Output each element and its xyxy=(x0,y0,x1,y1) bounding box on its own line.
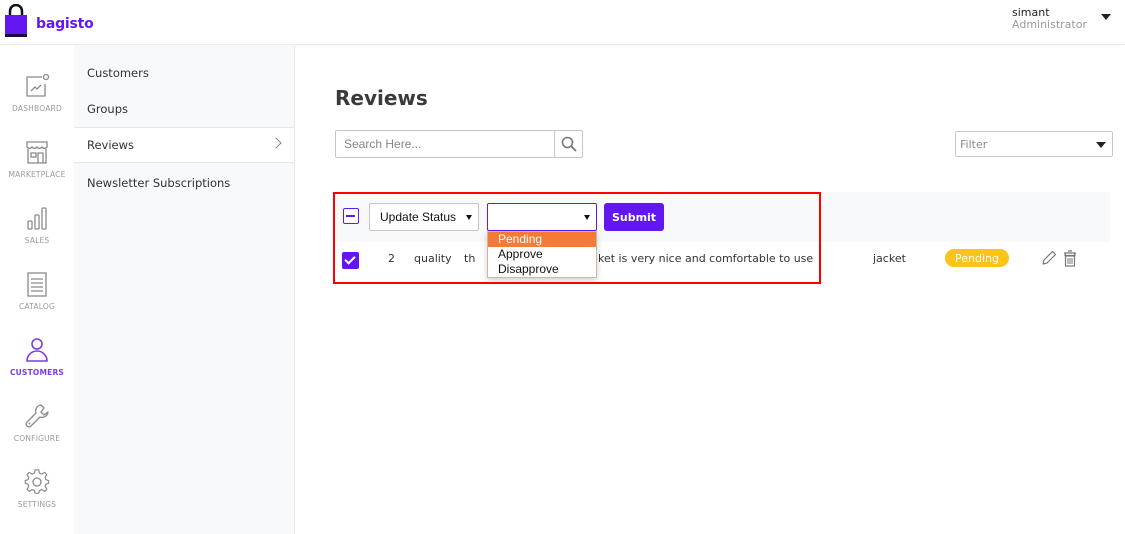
chevron-right-icon xyxy=(270,137,282,149)
status-value-select[interactable] xyxy=(487,203,597,231)
caret-down-icon xyxy=(1096,142,1106,148)
trash-icon xyxy=(1064,250,1076,267)
customer-icon xyxy=(26,338,48,362)
status-options-list: Pending Approve Disapprove xyxy=(487,231,597,278)
search-button[interactable] xyxy=(554,131,582,157)
rail-label: SALES xyxy=(24,236,50,245)
edit-button[interactable] xyxy=(1040,249,1058,271)
filter-dropdown[interactable]: Filter xyxy=(955,131,1113,157)
rail-item-catalog[interactable]: CATALOG xyxy=(0,270,74,311)
page-title: Reviews xyxy=(335,86,428,110)
brand-logo[interactable]: bagisto xyxy=(4,4,94,38)
option-disapprove[interactable]: Disapprove xyxy=(488,262,596,277)
rail-label: MARKETPLACE xyxy=(8,170,66,179)
catalog-icon xyxy=(27,272,47,297)
dashboard-icon xyxy=(26,73,50,97)
pencil-icon xyxy=(1042,250,1057,265)
mass-action-type-select[interactable]: Update Status xyxy=(369,203,479,231)
caret-down-icon xyxy=(584,215,590,220)
rail-label: CONFIGURE xyxy=(13,434,61,443)
submenu-label: Reviews xyxy=(87,138,135,152)
review-title: quality xyxy=(414,252,452,265)
submenu-item-groups[interactable]: Groups xyxy=(74,91,294,127)
main-nav-rail: DASHBOARD MARKETPLACE SALES CATALOG CUST… xyxy=(0,46,74,534)
shopping-bag-icon xyxy=(5,4,27,37)
brand-name: bagisto xyxy=(36,16,94,32)
rail-item-dashboard[interactable]: DASHBOARD xyxy=(0,72,74,113)
caret-down-icon[interactable] xyxy=(1101,14,1111,20)
submenu-item-reviews[interactable]: Reviews xyxy=(74,127,294,163)
search-icon xyxy=(561,136,577,152)
submenu-label: Groups xyxy=(87,102,129,116)
customers-submenu: Customers Groups Reviews Newsletter Subs… xyxy=(74,46,295,534)
marketplace-icon xyxy=(26,141,48,164)
rail-label: CUSTOMERS xyxy=(9,368,65,377)
submenu-item-customers[interactable]: Customers xyxy=(74,55,294,91)
review-product: jacket xyxy=(873,252,906,265)
option-approve[interactable]: Approve xyxy=(488,247,596,262)
submenu-item-newsletter-subscriptions[interactable]: Newsletter Subscriptions xyxy=(74,165,294,201)
delete-button[interactable] xyxy=(1062,249,1078,271)
profile-role: Administrator xyxy=(1012,18,1087,31)
rail-label: CATALOG xyxy=(19,302,55,311)
submenu-label: Customers xyxy=(87,66,149,80)
rail-item-configure[interactable]: CONFIGURE xyxy=(0,402,74,443)
review-id: 2 xyxy=(388,252,395,265)
submenu-label: Newsletter Subscriptions xyxy=(87,176,231,190)
profile-menu[interactable]: simant Administrator xyxy=(1012,7,1111,31)
search-input[interactable] xyxy=(336,131,554,157)
search-box xyxy=(335,130,583,158)
mass-action-type-label: Update Status xyxy=(380,210,457,224)
filter-label: Filter xyxy=(960,137,988,151)
rail-item-sales[interactable]: SALES xyxy=(0,204,74,245)
rail-item-customers[interactable]: CUSTOMERS xyxy=(0,336,74,377)
gear-icon xyxy=(24,469,50,494)
caret-down-icon xyxy=(466,215,472,220)
rail-label: DASHBOARD xyxy=(12,104,62,113)
sales-icon xyxy=(27,207,47,230)
option-pending[interactable]: Pending xyxy=(488,232,596,247)
review-comment-start: th xyxy=(464,252,476,265)
rail-label: SETTINGS xyxy=(17,500,57,509)
wrench-icon xyxy=(25,404,49,428)
mass-action-checkbox[interactable] xyxy=(343,208,359,224)
row-checkbox[interactable] xyxy=(342,252,359,269)
submit-button[interactable]: Submit xyxy=(604,203,664,231)
rail-item-settings[interactable]: SETTINGS xyxy=(0,468,74,509)
top-navbar: bagisto simant Administrator xyxy=(0,0,1125,45)
status-badge: Pending xyxy=(945,249,1009,267)
review-comment-end: ket is very nice and comfortable to use xyxy=(598,252,814,265)
rail-item-marketplace[interactable]: MARKETPLACE xyxy=(0,138,74,179)
